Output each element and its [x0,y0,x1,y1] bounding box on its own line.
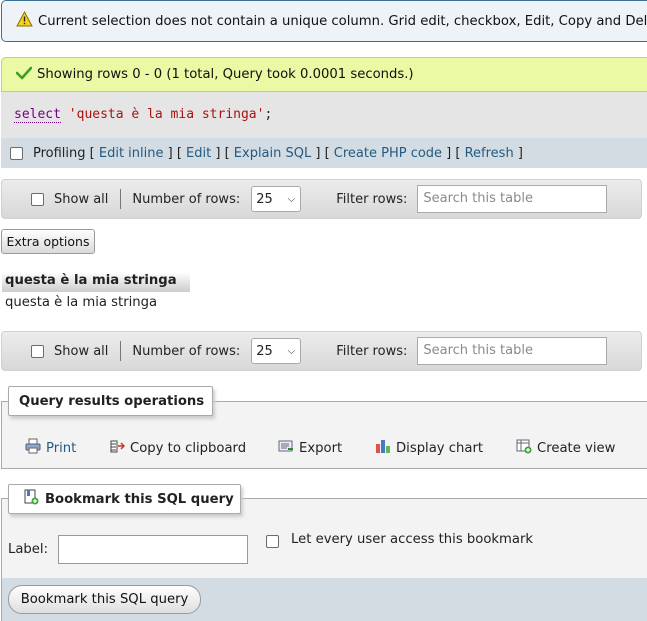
bookmark-label-input[interactable] [58,535,248,564]
table-navigation-bottom: Show all Number of rows: 25 ⌵ Filter row… [1,331,642,371]
refresh-link[interactable]: Refresh [465,146,514,161]
success-message: Showing rows 0 - 0 (1 total, Query took … [1,57,647,92]
profiling-bar: Profiling [ Edit inline ] [ Edit ] [ Exp… [1,138,647,168]
print-link[interactable]: Print [25,438,76,458]
number-of-rows-label: Number of rows: [132,191,241,207]
checkmark-icon [15,66,33,84]
notice-text: Current selection does not contain a uni… [38,13,647,29]
number-of-rows-select[interactable]: 25 ⌵ [251,338,302,364]
show-all-label[interactable]: Show all [54,192,108,207]
bookmark-icon [23,489,39,509]
table-navigation-top: Show all Number of rows: 25 ⌵ Filter row… [1,179,642,219]
profiling-checkbox[interactable] [10,146,23,160]
sql-query-display[interactable]: select 'questa è la mia stringa'; [1,92,647,138]
chevron-down-icon: ⌵ [287,345,296,357]
create-view-link[interactable]: Create view [516,438,615,458]
export-link[interactable]: Export [278,438,342,458]
clipboard-icon [109,438,126,458]
public-bookmark-label[interactable]: Let every user access this bookmark [291,532,533,547]
create-view-icon [516,438,532,458]
show-all-checkbox[interactable] [31,192,44,206]
export-icon [278,438,294,458]
bookmark-legend: Bookmark this SQL query [8,484,241,514]
table-cell: questa è la mia stringa [5,295,158,310]
chevron-down-icon: ⌵ [287,193,296,205]
column-header[interactable]: questa è la mia stringa [2,272,190,292]
divider [120,341,122,361]
explain-sql-link[interactable]: Explain SQL [234,146,311,161]
sql-terminator: ; [264,107,273,122]
number-of-rows-label: Number of rows: [132,343,241,359]
success-text: Showing rows 0 - 0 (1 total, Query took … [37,67,414,82]
show-all-checkbox[interactable] [31,344,44,358]
profiling-label: Profiling [33,145,86,161]
chart-icon [375,438,391,458]
sql-keyword[interactable]: select [14,107,61,123]
sql-string: 'questa è la mia stringa' [68,107,265,122]
bookmark-label-caption: Label: [8,542,49,557]
edit-inline-link[interactable]: Edit inline [99,146,164,161]
print-icon [25,438,41,458]
query-results-operations-legend: Query results operations [8,386,213,416]
divider [120,189,122,209]
copy-to-clipboard-link[interactable]: Copy to clipboard [109,438,246,458]
filter-rows-label: Filter rows: [336,343,408,359]
public-bookmark-checkbox[interactable] [266,535,279,548]
warning-icon [16,10,33,31]
filter-rows-label: Filter rows: [336,191,408,207]
edit-link[interactable]: Edit [186,146,211,161]
filter-rows-input[interactable]: Search this table [417,185,608,213]
create-php-code-link[interactable]: Create PHP code [334,146,442,161]
display-chart-link[interactable]: Display chart [375,438,483,458]
notice-message: Current selection does not contain a uni… [1,0,647,42]
filter-rows-input[interactable]: Search this table [417,337,608,365]
show-all-label[interactable]: Show all [54,344,108,359]
extra-options-button[interactable]: Extra options [1,229,95,254]
number-of-rows-select[interactable]: 25 ⌵ [251,186,302,212]
bookmark-submit-button[interactable]: Bookmark this SQL query [8,585,201,614]
